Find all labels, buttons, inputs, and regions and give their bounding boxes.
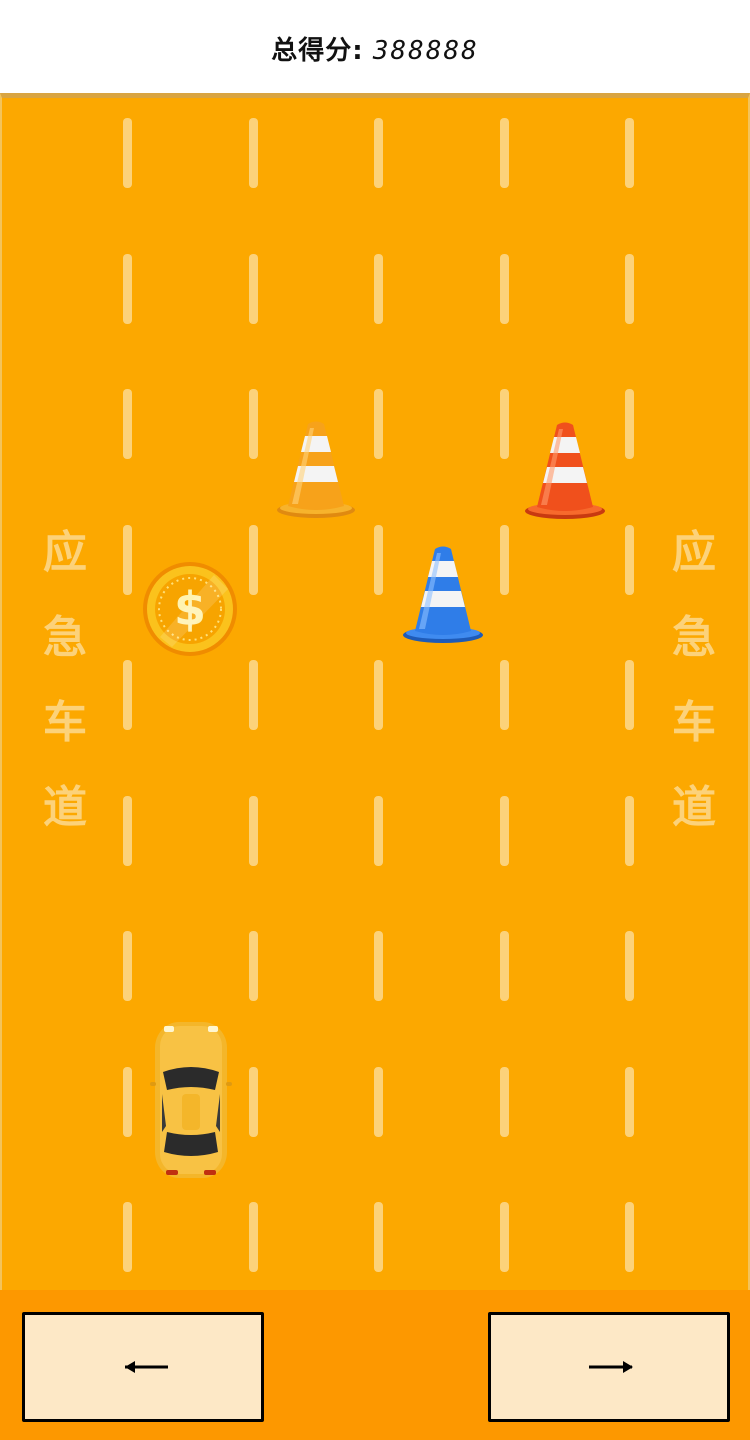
lane-marking [123,118,132,188]
lane-marking [249,1202,258,1272]
score-display: 总得分: 388888 [0,30,750,67]
lane-marking [123,660,132,730]
lane-marking [374,1202,383,1272]
lane-marking [374,931,383,1001]
lane-marking [374,1067,383,1137]
lane-marking [249,1067,258,1137]
lane-marking [249,931,258,1001]
lane-marking [249,254,258,324]
lane-marking [625,118,634,188]
left-arrow-icon [125,1361,168,1373]
lane-marking [123,1067,132,1137]
score-header: 总得分: 388888 [0,0,750,93]
lane-marking [500,254,509,324]
lane-marking [500,660,509,730]
lane-marking [123,389,132,459]
emergency-lane-char: 应 [672,527,716,578]
lane-marking [374,525,383,595]
lane-marking [625,389,634,459]
lane-marking [625,254,634,324]
control-bar: ← → [0,1290,750,1440]
lane-marking [500,1202,509,1272]
lane-marking [625,660,634,730]
lane-marking [500,525,509,595]
emergency-lane-char: 车 [672,697,716,748]
lane-marking [500,389,509,459]
lane-marking [500,118,509,188]
score-value: 388888 [372,36,479,66]
emergency-lane-char: 急 [43,612,87,663]
lane-marking [374,118,383,188]
lane-marking [123,525,132,595]
lane-marking [500,1067,509,1137]
red-traffic-cone-icon [525,422,605,519]
lane-marking [500,796,509,866]
emergency-lane-char: 道 [43,782,87,833]
lane-marking [123,796,132,866]
emergency-lane-char: 应 [43,527,87,578]
lane-marking [500,931,509,1001]
emergency-lane-label-left: 应 急 车 道 [35,510,95,850]
lane-marking [123,254,132,324]
lane-marking [374,389,383,459]
emergency-lane-char: 急 [672,612,716,663]
lane-marking [625,931,634,1001]
orange-traffic-cone-icon [277,421,355,518]
emergency-lane-label-right: 应 急 车 道 [664,510,724,850]
lane-marking [374,660,383,730]
lane-marking [123,1202,132,1272]
emergency-lane-char: 道 [672,782,716,833]
lane-marking [374,796,383,866]
emergency-lane-char: 车 [43,697,87,748]
yellow-taxi-car-icon [150,1022,232,1178]
lane-marking [249,660,258,730]
move-right-button[interactable]: → [488,1312,730,1422]
right-arrow-icon [589,1361,633,1373]
road-playfield: 应 急 车 道 应 急 车 道 $ [0,93,750,1290]
lane-marking [249,389,258,459]
lane-marking [625,525,634,595]
move-left-button[interactable]: ← [22,1312,264,1422]
lane-marking [625,796,634,866]
lane-marking [374,254,383,324]
lane-marking [625,1202,634,1272]
lane-marking [249,118,258,188]
score-label: 总得分: [271,36,364,66]
lane-marking [249,796,258,866]
blue-traffic-cone-icon [403,546,483,643]
gold-dollar-coin-icon: $ [143,562,237,656]
lane-marking [123,931,132,1001]
lane-marking [249,525,258,595]
lane-marking [625,1067,634,1137]
